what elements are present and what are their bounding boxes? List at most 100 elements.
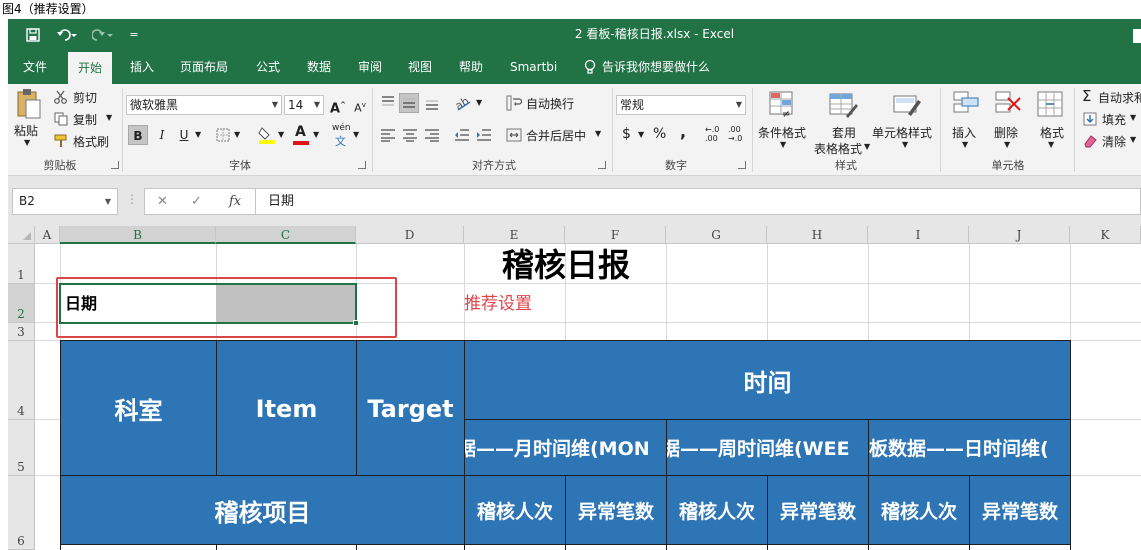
borders-icon[interactable] [216,128,230,142]
insert-function-icon[interactable]: fx [229,189,241,214]
bold-button[interactable]: B [128,125,148,145]
font-color-dropdown-icon[interactable]: ▼ [313,130,319,139]
tab-help[interactable]: 帮助 [459,50,483,84]
header-cell-errors-day[interactable]: 异常笔数 [969,475,1071,545]
tell-me-box[interactable]: 告诉我你想要做什么 [584,50,710,84]
column-header-i[interactable]: I [868,226,969,244]
column-header-d[interactable]: D [356,226,464,244]
align-center-icon[interactable] [402,128,418,142]
tab-view[interactable]: 视图 [408,50,432,84]
font-launcher-icon[interactable] [358,161,366,169]
font-name-box[interactable]: 微软雅黑 ▼ [126,95,282,115]
fill-color-icon[interactable] [258,125,276,145]
comma-button[interactable]: , [680,122,686,141]
fill-button[interactable]: 填充 ▼ [1080,110,1141,128]
clipboard-launcher-icon[interactable] [111,161,119,169]
header-cell-persons-month[interactable]: 稽核人次 [464,475,566,545]
currency-dropdown-icon[interactable]: ▼ [638,130,644,139]
header-cell-dept[interactable]: 科室 [60,340,217,477]
tab-review[interactable]: 审阅 [358,50,382,84]
underline-dropdown-icon[interactable]: ▼ [195,130,201,139]
column-header-f[interactable]: F [565,226,666,244]
insert-cells-button[interactable]: 插入 ▼ [946,88,986,154]
format-painter-button[interactable]: 格式刷 [54,132,124,150]
header-cell-week[interactable]: 据——周时间维(WEE [666,419,869,476]
cancel-icon[interactable]: ✕ [157,189,168,214]
name-box[interactable]: B2 ▼ [12,188,118,215]
currency-button[interactable]: $ [622,126,631,142]
delete-cells-button[interactable]: 删除 ▼ [988,88,1028,154]
italic-button[interactable]: I [152,125,172,145]
column-header-j[interactable]: J [969,226,1070,244]
align-right-icon[interactable] [424,128,440,142]
header-cell-errors-week[interactable]: 异常笔数 [767,475,869,545]
recommended-setting-note[interactable]: 推荐设置 [464,284,624,323]
column-header-h[interactable]: H [767,226,868,244]
column-header-a[interactable]: A [35,226,60,244]
column-header-g[interactable]: G [666,226,767,244]
increase-indent-icon[interactable] [476,128,492,142]
tab-smartbi[interactable]: Smartbi [510,50,557,84]
cut-button[interactable]: 剪切 [54,88,114,106]
header-cell-month[interactable]: 据——月时间维(MON [464,419,667,476]
borders-dropdown-icon[interactable]: ▼ [234,130,240,139]
align-top-icon[interactable] [380,95,396,111]
number-format-box[interactable]: 常规 ▼ [616,95,746,115]
shrink-font-button[interactable]: Av [350,95,370,115]
alignment-launcher-icon[interactable] [598,161,606,169]
tab-home[interactable]: 开始 [68,52,113,84]
tab-data[interactable]: 数据 [307,50,331,84]
header-cell-time[interactable]: 时间 [464,340,1071,420]
merge-center-button[interactable]: 合并后居中 ▼ [506,126,610,144]
font-color-button[interactable]: A [292,124,310,146]
formula-bar-grip[interactable]: ⋮ [126,192,138,206]
paste-button[interactable]: 粘贴 ▼ [14,88,44,148]
header-cell-audit-item[interactable]: 稽核项目 [60,475,465,545]
clear-button[interactable]: 清除 ▼ [1080,132,1141,150]
cell-styles-button[interactable]: 单元格样式 ▼ [872,88,940,154]
tab-formulas[interactable]: 公式 [256,50,280,84]
header-cell-errors-month[interactable]: 异常笔数 [565,475,667,545]
formula-input[interactable]: 日期 [256,188,1141,215]
row-header-6[interactable]: 6 [8,476,35,550]
phonetic-button[interactable]: wén 文 ▼ [332,123,362,148]
wrap-text-button[interactable]: 自动换行 [506,94,606,112]
header-cell-target[interactable]: Target [356,340,465,477]
orientation-icon[interactable]: ab [454,94,474,112]
conditional-format-button[interactable]: ≠ 条件格式 ▼ [756,88,812,154]
underline-button[interactable]: U [174,125,194,145]
number-launcher-icon[interactable] [738,161,746,169]
orientation-dropdown-icon[interactable]: ▼ [476,98,482,107]
column-header-e[interactable]: E [464,226,565,244]
tab-file[interactable]: 文件 [23,50,47,84]
row-header-2[interactable]: 2 [8,284,35,323]
enter-icon[interactable]: ✓ [191,189,202,214]
align-bottom-icon[interactable] [424,95,440,111]
format-cells-button[interactable]: 格式 ▼ [1032,88,1072,154]
window-control[interactable] [1133,29,1141,43]
column-header-k[interactable]: K [1070,226,1141,244]
increase-decimal-button[interactable]: ←.0.00 [705,125,719,143]
format-as-table-button[interactable]: 套用 表格格式 ▼ [812,88,874,156]
report-title-cell[interactable]: 稽核日报 [438,244,694,284]
decrease-decimal-button[interactable]: .00 →.0 [728,125,742,143]
worksheet-grid[interactable]: A B C D E F G H I J K 1 2 3 4 5 6 稽核日报 日… [8,226,1141,550]
header-cell-item[interactable]: Item [216,340,357,477]
align-left-icon[interactable] [380,128,396,142]
fill-color-dropdown-icon[interactable]: ▼ [278,130,284,139]
row-header-1[interactable]: 1 [8,244,35,284]
header-cell-persons-day[interactable]: 稽核人次 [868,475,970,545]
font-size-box[interactable]: 14 ▼ [284,95,324,115]
select-all-corner[interactable] [8,226,35,244]
row-header-3[interactable]: 3 [8,323,35,341]
copy-button[interactable]: 复制 ▼ [54,110,124,128]
grow-font-button[interactable]: A^ [328,95,348,116]
align-middle-button[interactable] [399,93,419,113]
percent-button[interactable]: % [653,126,666,142]
row-header-4[interactable]: 4 [8,341,35,420]
header-cell-day[interactable]: 板数据——日时间维( [868,419,1071,476]
autosum-button[interactable]: Σ 自动求和 [1080,88,1141,106]
row-header-5[interactable]: 5 [8,420,35,476]
column-header-c[interactable]: C [216,226,356,244]
column-header-b[interactable]: B [60,226,216,244]
